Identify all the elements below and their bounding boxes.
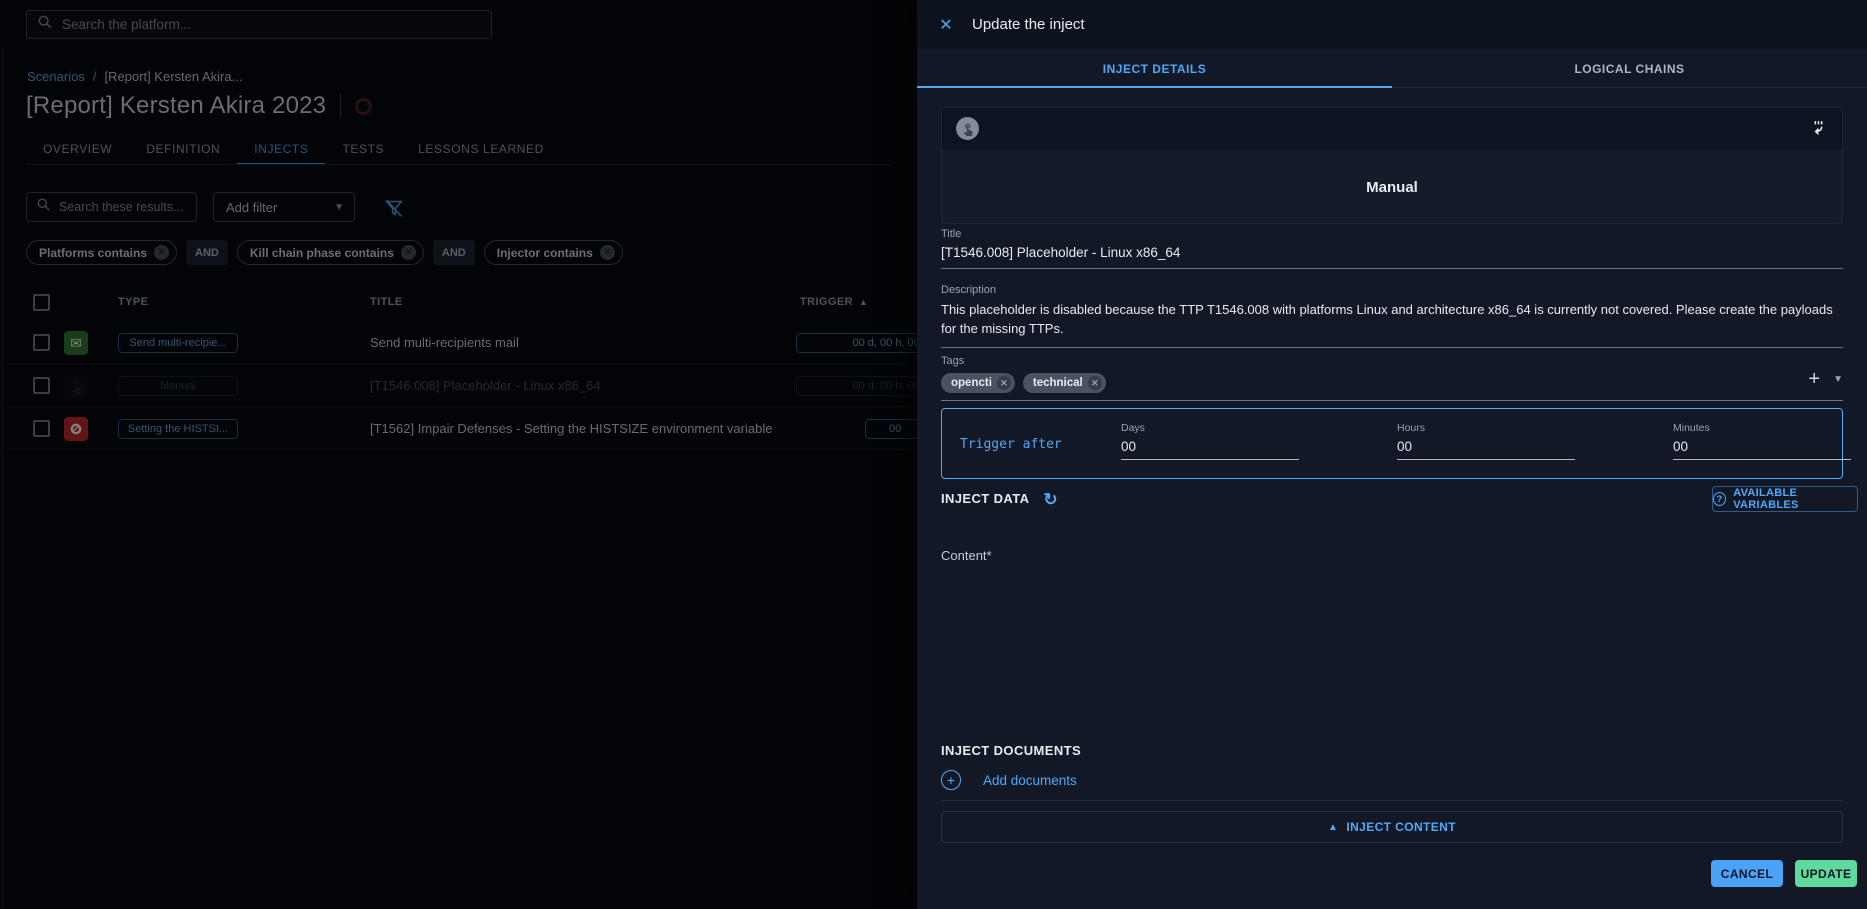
trigger-minutes-field: Minutes [1673,422,1851,460]
description-input[interactable]: This placeholder is disabled because the… [941,296,1843,347]
inject-data-label: INJECT DATA [941,491,1029,506]
title-label: Title [941,228,1843,240]
injector-avatar [956,117,979,140]
inject-data-heading: INJECT DATA ↻ [941,490,1058,510]
tag-chip-technical[interactable]: technical ✕ [1023,373,1106,393]
description-field: Description This placeholder is disabled… [941,284,1843,348]
minutes-label: Minutes [1673,422,1851,434]
documents-divider [941,800,1843,801]
title-input[interactable] [941,240,1843,268]
help-icon: ? [1713,492,1726,506]
remove-tag-icon[interactable]: ✕ [1088,376,1102,390]
tags-actions: + ▼ [1808,371,1843,387]
collapse-up-icon: ▲ [1328,822,1338,833]
hours-input[interactable] [1397,434,1575,460]
tab-logical-chains[interactable]: LOGICAL CHAINS [1392,49,1867,88]
add-documents-button[interactable]: + Add documents [941,770,1077,790]
modal-backdrop[interactable] [0,0,917,909]
inject-content-toggle[interactable]: ▲ INJECT CONTENT [941,811,1843,843]
tab-inject-details[interactable]: INJECT DETAILS [917,49,1392,88]
active-tab-indicator [917,86,1392,88]
chevron-down-icon[interactable]: ▼ [1833,374,1843,385]
description-label: Description [941,284,1843,296]
trigger-after-label: Trigger after [960,437,1062,452]
add-tag-icon[interactable]: + [1808,371,1820,387]
content-label: Content* [941,548,992,563]
refresh-icon[interactable]: ↻ [1043,490,1058,510]
injector-name: Manual [942,150,1842,224]
screen: Scenarios / [Report] Kersten Akira... [R… [0,0,1867,909]
available-variables-label: AVAILABLE VARIABLES [1733,487,1857,511]
add-documents-label: Add documents [983,773,1077,788]
inject-content-label: INJECT CONTENT [1346,820,1456,834]
update-button[interactable]: UPDATE [1795,860,1857,887]
tag-label: opencti [951,377,992,389]
injector-card-header [942,108,1842,150]
tag-chips: opencti ✕ technical ✕ [941,373,1843,393]
hours-label: Hours [1397,422,1575,434]
drawer-title: Update the inject [972,16,1085,33]
add-icon: + [941,770,961,790]
update-inject-drawer: ✕ Update the inject INJECT DETAILS LOGIC… [917,0,1867,909]
tag-label: technical [1033,377,1083,389]
drawer-tabs: INJECT DETAILS LOGICAL CHAINS [917,49,1867,88]
trigger-hours-field: Hours [1397,422,1575,460]
tags-field[interactable]: Tags opencti ✕ technical ✕ + ▼ [941,355,1843,401]
tags-label: Tags [941,355,1843,367]
trigger-after-fieldset: Trigger after Days Hours Minutes [941,408,1843,479]
route-icon[interactable] [1809,118,1828,142]
remove-tag-icon[interactable]: ✕ [997,376,1011,390]
minutes-input[interactable] [1673,434,1851,460]
close-icon[interactable]: ✕ [935,15,957,35]
inject-documents-heading: INJECT DOCUMENTS [941,743,1081,758]
cancel-button[interactable]: CANCEL [1711,860,1783,887]
tag-chip-opencti[interactable]: opencti ✕ [941,373,1015,393]
days-input[interactable] [1121,434,1299,460]
drawer-header: ✕ Update the inject [917,0,1867,49]
injector-card: Manual [941,107,1843,224]
title-field: Title [941,228,1843,269]
trigger-days-field: Days [1121,422,1299,460]
available-variables-button[interactable]: ? AVAILABLE VARIABLES [1712,486,1858,512]
days-label: Days [1121,422,1299,434]
